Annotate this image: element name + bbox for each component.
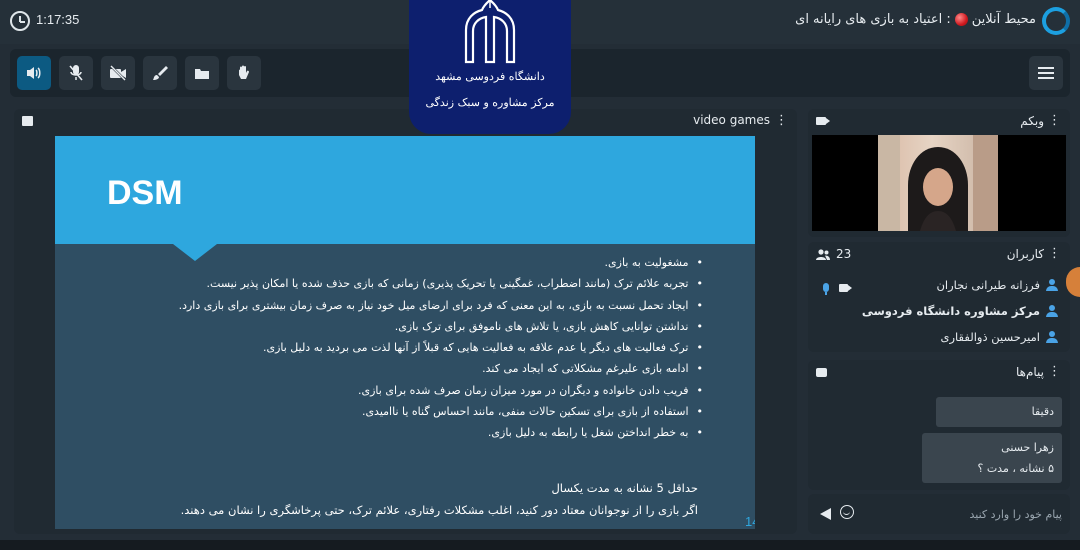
send-icon[interactable] <box>820 508 831 520</box>
chat-message: دقیقا <box>936 397 1062 427</box>
users-count: 23 <box>816 247 851 261</box>
bottom-strip <box>0 540 1080 550</box>
user-name: مرکز مشاوره دانشگاه فردوسی <box>861 304 1040 318</box>
clock-icon <box>10 11 30 31</box>
university-emblem-icon <box>464 0 516 64</box>
users-title: کاربران <box>1006 247 1044 261</box>
slide-bullet-list: مشغولیت به بازی. تجربه علائم ترک (مانند … <box>83 252 703 444</box>
webcam-video[interactable] <box>812 135 1066 231</box>
microphone-button[interactable] <box>59 56 93 90</box>
user-icon <box>1046 279 1058 291</box>
slide-bullet: فریب دادن خانواده و دیگران در مورد میزان… <box>83 380 703 401</box>
camera-off-icon <box>110 65 126 81</box>
speaker-button[interactable] <box>17 56 51 90</box>
presentation-panel: video games ⋮ DSM مشغولیت به بازی. تجربه… <box>14 109 797 534</box>
slide-bullet: به خطر انداختن شغل یا رابطه به دلیل بازی… <box>83 422 703 443</box>
chat-input-bar <box>808 494 1070 534</box>
emoji-icon[interactable] <box>840 505 854 519</box>
session-timer: 1:17:35 <box>36 12 80 27</box>
user-item[interactable]: امیرحسین ذوالفقاری <box>940 330 1058 344</box>
chat-message-input[interactable] <box>864 500 1062 528</box>
slide-bullet: ادامه بازی علیرغم مشکلاتی که ایجاد می کن… <box>83 358 703 379</box>
users-count-value: 23 <box>836 247 852 261</box>
app-logo-icon <box>1042 7 1070 35</box>
users-panel: 23 کاربران ⋮ فرزانه طیرانی نجاران مرکز م… <box>808 242 1070 352</box>
user-item[interactable]: فرزانه طیرانی نجاران <box>936 278 1058 292</box>
user-name: فرزانه طیرانی نجاران <box>936 278 1040 292</box>
camera-on-icon <box>839 284 852 292</box>
chat-message: زهرا حسنی ۵ نشانه ، مدت ؟ <box>922 433 1062 483</box>
university-name: دانشگاه فردوسی مشهد <box>435 70 545 83</box>
chat-options-icon[interactable]: ⋮ <box>1048 364 1061 379</box>
slide-page-number: 14 <box>745 514 755 529</box>
files-button[interactable] <box>185 56 219 90</box>
presentation-title: video games <box>693 113 770 127</box>
users-options-icon[interactable]: ⋮ <box>1048 246 1061 261</box>
center-name: مرکز مشاوره و سبک زندگی <box>425 96 555 109</box>
speaker-icon <box>27 67 41 79</box>
slide-bullet: استفاده از بازی برای تسکین حالات منفی، م… <box>83 401 703 422</box>
mic-off-icon <box>69 65 83 81</box>
participant-silhouette <box>878 135 998 231</box>
presentation-options-icon[interactable]: ⋮ <box>775 113 788 128</box>
video-camera-icon <box>816 117 830 125</box>
slide-footer-line: اگر بازی را از نوجوانان معتاد دور کنید، … <box>180 503 698 517</box>
mic-on-icon <box>823 283 829 295</box>
chat-title: پیام‌ها <box>1015 365 1044 379</box>
slide-bullet: ترک فعالیت های دیگر یا عدم علاقه به فعال… <box>83 337 703 358</box>
folder-icon <box>195 69 209 79</box>
slide-bullet: تجربه علائم ترک (مانند اضطراب، غمگینی یا… <box>83 273 703 294</box>
webcam-title: وبکم <box>1020 114 1044 128</box>
chat-panel: پیام‌ها ⋮ دقیقا زهرا حسنی ۵ نشانه ، مدت … <box>808 360 1070 490</box>
chat-bubble-icon <box>816 368 827 377</box>
brush-icon <box>153 66 168 80</box>
slide-bullet: مشغولیت به بازی. <box>83 252 703 273</box>
university-logo-badge: دانشگاه فردوسی مشهد مرکز مشاوره و سبک زن… <box>409 0 571 134</box>
user-icon <box>1046 305 1058 317</box>
raise-hand-icon <box>239 65 250 79</box>
webcam-panel: وبکم ⋮ <box>808 109 1070 237</box>
slide-title: DSM <box>107 174 183 212</box>
live-status-dot-icon <box>954 13 968 26</box>
raise-hand-button[interactable] <box>227 56 261 90</box>
user-item[interactable]: مرکز مشاوره دانشگاه فردوسی <box>862 304 1058 318</box>
chat-message-author: زهرا حسنی <box>1001 441 1054 454</box>
hamburger-menu-icon <box>1038 67 1054 79</box>
camera-button[interactable] <box>101 56 135 90</box>
webcam-options-icon[interactable]: ⋮ <box>1048 113 1061 128</box>
user-icon <box>1046 331 1058 343</box>
chat-message-text: ۵ نشانه ، مدت ؟ <box>977 462 1054 475</box>
room-title: : اعتیاد به بازی های رایانه ای <box>795 12 951 27</box>
chat-message-text: دقیقا <box>1031 405 1054 418</box>
document-icon <box>22 116 33 126</box>
room-title-row: محیط آنلاین : اعتیاد به بازی های رایانه … <box>795 12 1036 27</box>
users-group-icon <box>816 248 830 260</box>
slide: DSM مشغولیت به بازی. تجربه علائم ترک (ما… <box>55 136 755 529</box>
slide-bullet: ایجاد تحمل نسبت به بازی، به این معنی که … <box>83 295 703 316</box>
draw-button[interactable] <box>143 56 177 90</box>
slide-bullet: نداشتن توانایی کاهش بازی، یا تلاش های نا… <box>83 316 703 337</box>
slide-footer-line: حداقل 5 نشانه به مدت یکسال <box>551 481 698 495</box>
environment-label: محیط آنلاین <box>971 12 1036 27</box>
participant-video-frame <box>878 135 998 231</box>
menu-button[interactable] <box>1029 56 1063 90</box>
user-name: امیرحسین ذوالفقاری <box>940 330 1041 344</box>
